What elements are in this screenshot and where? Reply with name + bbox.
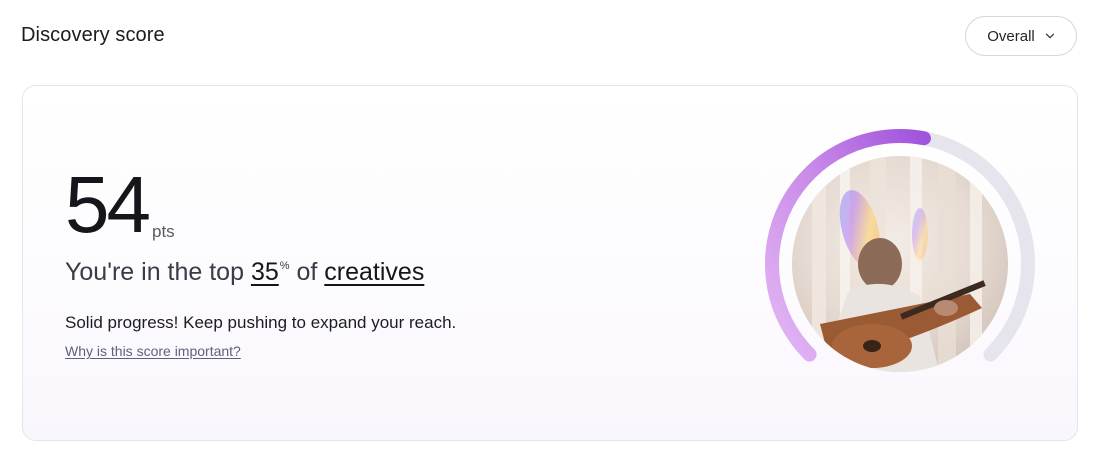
rank-statement: You're in the top 35% of creatives	[65, 258, 424, 287]
score-gauge	[765, 129, 1035, 372]
score-display: 54 pts	[65, 160, 175, 249]
view-filter-dropdown[interactable]: Overall	[965, 16, 1077, 56]
score-card: 54 pts You're in the top 35% of creative…	[22, 85, 1078, 441]
rank-middle: of	[289, 258, 325, 286]
profile-avatar	[792, 156, 1008, 372]
rank-prefix: You're in the top	[65, 258, 251, 286]
score-value: 54	[65, 160, 151, 249]
progress-message: Solid progress! Keep pushing to expand y…	[65, 313, 457, 332]
rank-percentile: 35	[250, 258, 279, 286]
header: Discovery score Overall	[0, 0, 1100, 72]
why-score-important-link[interactable]: Why is this score important?	[65, 343, 241, 359]
percent-sign: %	[279, 260, 290, 272]
score-unit: pts	[151, 222, 175, 241]
page-title: Discovery score	[21, 24, 165, 46]
dropdown-label: Overall	[987, 27, 1035, 45]
chevron-down-icon	[1045, 33, 1054, 39]
creatives-link[interactable]: creatives	[324, 258, 424, 286]
